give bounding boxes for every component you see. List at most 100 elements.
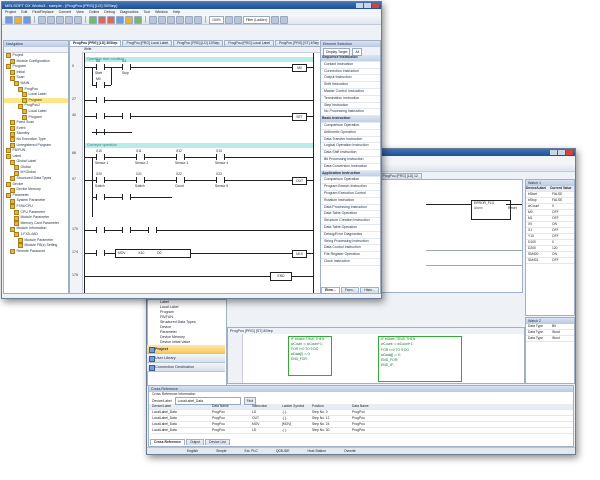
instruction-output-instruction[interactable]: Output Instruction bbox=[321, 75, 380, 83]
instruction-no-processing-instruction[interactable]: No Processing Instruction bbox=[321, 109, 380, 117]
contact[interactable] bbox=[96, 250, 105, 256]
contact-icon[interactable] bbox=[149, 15, 157, 24]
contact[interactable] bbox=[96, 194, 105, 200]
undo-icon[interactable] bbox=[65, 15, 73, 24]
instruction-master-control-instruction[interactable]: Master Control Instruction bbox=[321, 89, 380, 96]
contact-x11[interactable] bbox=[136, 154, 145, 160]
menu-project[interactable]: Project bbox=[5, 9, 16, 15]
menu-diagnostics[interactable]: Diagnostics bbox=[120, 9, 139, 15]
find-icon[interactable] bbox=[270, 15, 279, 24]
coil-m0[interactable]: M0 bbox=[292, 64, 307, 72]
zoom-in-icon[interactable] bbox=[224, 15, 233, 24]
contact-x10[interactable] bbox=[96, 154, 105, 160]
zoom-select[interactable]: 100% bbox=[209, 15, 224, 24]
nav-button-user-library[interactable]: User Library bbox=[147, 354, 225, 363]
contact[interactable] bbox=[148, 227, 157, 233]
instruction-contact-instruction[interactable]: Contact Instruction bbox=[321, 62, 380, 69]
instruction-icon[interactable] bbox=[167, 15, 175, 24]
contact-x0[interactable] bbox=[96, 64, 105, 70]
instruction-clock-instruction[interactable]: Clock Instruction bbox=[321, 259, 380, 266]
xref-row[interactable]: LocalLabel_Data ProgPou LD -| |- Step No. 30… bbox=[152, 428, 573, 434]
end-instruction[interactable]: END bbox=[270, 272, 292, 281]
close-button[interactable] bbox=[372, 3, 379, 8]
contact[interactable] bbox=[122, 227, 131, 233]
st-code-block-left[interactable]: IF bStart=TRUE THEN wCount := wCount+1; … bbox=[288, 336, 332, 376]
instruction-rotation-instruction[interactable]: Rotation Instruction bbox=[321, 198, 380, 205]
instruction-string-processing-instruction[interactable]: String Processing Instruction bbox=[321, 239, 380, 246]
instruction-basic-instruction[interactable]: Basic Instruction bbox=[321, 116, 380, 123]
bottom-tab-favo[interactable]: Favo... bbox=[340, 287, 360, 293]
st-code-block[interactable]: IF bStart=TRUE THEN wCount := wCount+1; … bbox=[378, 336, 462, 382]
menu-debug[interactable]: Debug bbox=[104, 9, 115, 15]
copy-icon[interactable] bbox=[47, 15, 55, 24]
instruction-connection-instruction[interactable]: Connection Instruction bbox=[321, 69, 380, 76]
menu-edit[interactable]: Edit bbox=[21, 9, 27, 15]
contact-m0[interactable] bbox=[96, 82, 105, 88]
instruction-arithmetic-operation[interactable]: Arithmetic Operation bbox=[321, 130, 380, 137]
instruction-application-instruction[interactable]: Application Instruction bbox=[321, 170, 380, 178]
instruction-program-execution-control[interactable]: Program Execution Control bbox=[321, 191, 380, 198]
delete-line-icon[interactable] bbox=[194, 15, 202, 24]
contact[interactable] bbox=[96, 97, 105, 103]
monitor-stop-icon[interactable] bbox=[107, 15, 115, 24]
instruction-structure-creation-instruction[interactable]: Structure Creation Instruction bbox=[321, 218, 380, 225]
instruction-debug-error-diagnostics[interactable]: Debug/Error Diagnostics bbox=[321, 232, 380, 239]
read-from-plc-icon[interactable] bbox=[125, 15, 133, 24]
xref-tab-device-list[interactable]: Device List bbox=[205, 439, 230, 445]
menu-tool[interactable]: Tool bbox=[143, 9, 150, 15]
maximize-button[interactable] bbox=[364, 3, 371, 8]
instruction-data-control-instruction[interactable]: Data Control Instruction bbox=[321, 245, 380, 253]
contact-x1[interactable] bbox=[122, 64, 131, 70]
instruction-program-branch-instruction[interactable]: Program Branch Instruction bbox=[321, 184, 380, 191]
menu-find-replace[interactable]: Find/Replace bbox=[32, 9, 53, 15]
instruction-data-table-operation[interactable]: Data Table Operation bbox=[321, 211, 380, 219]
line-icon[interactable] bbox=[176, 15, 184, 24]
instruction-data-processing-instruction[interactable]: Data Processing Instruction bbox=[321, 205, 380, 212]
maximize-button[interactable] bbox=[558, 150, 565, 155]
xref-tab-output[interactable]: Output bbox=[185, 439, 205, 445]
menu-convert[interactable]: Convert bbox=[59, 9, 72, 15]
instruction-step-instruction[interactable]: Step Instruction bbox=[321, 103, 380, 110]
contact-x12[interactable] bbox=[176, 154, 185, 160]
write-to-plc-icon[interactable] bbox=[116, 15, 124, 24]
minimize-button[interactable] bbox=[356, 3, 363, 8]
paste-icon[interactable] bbox=[56, 15, 64, 24]
instruction-data-shift-instruction[interactable]: Data Shift Instruction bbox=[321, 150, 380, 157]
instruction-file-register-operation[interactable]: File Register Operation bbox=[321, 252, 380, 259]
instruction-comparison-operation[interactable]: Comparison Operation bbox=[321, 123, 380, 130]
bottom-tab-modul[interactable]: Modul... bbox=[379, 287, 380, 293]
bottom-tab-elem[interactable]: Elem... bbox=[321, 287, 340, 293]
coil-set[interactable]: SET bbox=[292, 113, 307, 121]
bottom-tab-histo[interactable]: Histo... bbox=[360, 287, 379, 293]
replace-icon[interactable] bbox=[279, 15, 288, 24]
contact-x21[interactable] bbox=[136, 177, 145, 183]
cut-icon[interactable] bbox=[38, 15, 46, 24]
save-project-icon[interactable] bbox=[23, 15, 31, 24]
nav-button-project[interactable]: Project bbox=[147, 345, 225, 354]
instruction-logical-operation-instruction[interactable]: Logical Operation Instruction bbox=[321, 143, 380, 151]
mov-instruction[interactable]: MOV K10 D0 bbox=[115, 249, 191, 258]
instruction-data-conversion-instruction[interactable]: Data Conversion Instruction bbox=[321, 164, 380, 171]
convert-icon[interactable] bbox=[89, 15, 97, 24]
contact[interactable] bbox=[122, 194, 131, 200]
nav-button-connection-destination[interactable]: Connection Destination bbox=[147, 363, 225, 372]
watch-row[interactable]: SM401 OFF bbox=[526, 258, 574, 264]
menu-view[interactable]: View bbox=[76, 9, 84, 15]
zoom-out-icon[interactable] bbox=[233, 15, 242, 24]
tree-item-remote-password[interactable]: Remote Password bbox=[4, 249, 68, 255]
redo-icon[interactable] bbox=[74, 15, 82, 24]
menu-window[interactable]: Window bbox=[155, 9, 168, 15]
instruction-termination-instruction[interactable]: Termination Instruction bbox=[321, 96, 380, 103]
coil-icon[interactable] bbox=[158, 15, 166, 24]
contact[interactable] bbox=[96, 113, 105, 119]
filter-select[interactable]: Filter (Ladder) bbox=[242, 15, 270, 24]
watch2-row[interactable]: Data Type Word bbox=[526, 336, 574, 342]
verify-icon[interactable] bbox=[134, 15, 142, 24]
ladder-editor[interactable]: Write Operation start condition 0 X0 Sta… bbox=[69, 46, 321, 294]
coil-out[interactable]: OUT bbox=[292, 177, 307, 185]
close-button[interactable] bbox=[566, 150, 573, 155]
menu-online[interactable]: Online bbox=[89, 9, 99, 15]
instruction-data-transfer-instruction[interactable]: Data Transfer Instruction bbox=[321, 137, 380, 144]
instruction-data-table-operation[interactable]: Data Table Operation bbox=[321, 225, 380, 232]
contact-x22[interactable] bbox=[176, 177, 185, 183]
